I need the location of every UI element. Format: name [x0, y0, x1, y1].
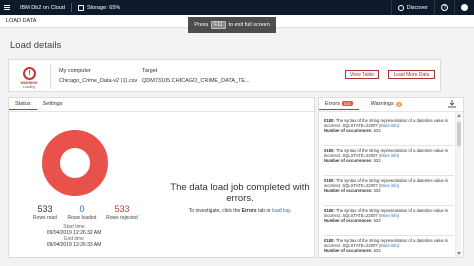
view-table-button[interactable]: View Table [345, 70, 379, 79]
rows-rejected-label: Rows rejected [106, 215, 138, 221]
error-list-scrollbar[interactable] [455, 112, 461, 257]
status-panel: Status Settings 533 Rows read 0 Rows loa… [8, 97, 315, 258]
storage-indicator: Storage: 65% [77, 4, 121, 11]
more-info-link[interactable]: (More info) [379, 153, 399, 158]
more-info-link[interactable]: (More info) [379, 243, 399, 248]
tab-underline [9, 111, 314, 112]
hamburger-menu-icon[interactable] [4, 5, 10, 10]
scroll-down-icon[interactable] [457, 252, 461, 255]
occurrences-label: Number of occurrences: [324, 248, 373, 254]
hint-errors: Errors [241, 208, 257, 214]
tab-status[interactable]: Status [9, 98, 37, 110]
occurrences-value: 533 [373, 188, 381, 194]
rows-loaded-label: Rows loaded [67, 215, 97, 221]
section-title: LOAD DATA [6, 18, 37, 24]
error-divider [324, 235, 454, 236]
scroll-up-icon[interactable] [457, 114, 461, 117]
rows-loaded-stat: 0 Rows loaded [62, 204, 102, 221]
user-menu-button[interactable] [454, 0, 474, 15]
load-more-data-button[interactable]: Load More Data [388, 70, 435, 79]
occurrences-value: 533 [373, 158, 381, 164]
discover-label: Discover [406, 4, 428, 11]
error-entry: 0180: The syntax of the string represent… [324, 178, 452, 194]
target-label: Target [142, 68, 158, 74]
rejected-donut-chart [42, 130, 108, 196]
database-icon [77, 4, 84, 11]
investigate-hint: To investigate, click the Errors tab or … [160, 208, 320, 214]
target-table: QDM73105.CHICAGO_CRIME_DATA_TE... [142, 78, 250, 84]
scroll-thumb[interactable] [457, 122, 461, 146]
more-info-link[interactable]: (More info) [379, 213, 399, 218]
occurrences-value: 533 [373, 218, 381, 224]
toast-press: Press [194, 22, 209, 28]
status-tabs: Status Settings [9, 98, 68, 110]
warnings-count-badge: 0 [395, 101, 402, 107]
rows-rejected-value: 533 [114, 204, 130, 214]
error-divider [324, 205, 454, 206]
rows-loaded-value: 0 [79, 204, 85, 214]
error-entry: 0180: The syntax of the string represent… [324, 118, 452, 134]
occurrences-label: Number of occurrences: [324, 218, 373, 224]
toast-text: to exit full screen [228, 22, 270, 28]
occurrences-value: 533 [373, 128, 381, 134]
errors-count-badge: 533 [341, 101, 353, 106]
completion-message: The data load job completed with errors. [170, 182, 310, 204]
load-log-link[interactable]: load log [272, 208, 290, 214]
status-sublabel: Loading [22, 85, 36, 89]
user-avatar-icon [461, 4, 468, 11]
occurrences-label: Number of occurrences: [324, 158, 373, 164]
discover-button[interactable]: Discover [390, 0, 434, 15]
rows-rejected-stat: 533 Rows rejected [101, 204, 143, 221]
error-divider [324, 145, 454, 146]
tab-settings[interactable]: Settings [37, 98, 69, 110]
occurrences-label: Number of occurrences: [324, 188, 373, 194]
more-info-link[interactable]: (More info) [379, 123, 399, 128]
hint-mid: tab or [258, 208, 271, 214]
app-title: IBM Db2 on Cloud [20, 4, 65, 11]
help-button[interactable]: ? [434, 0, 454, 15]
warning-status-icon: ! [23, 67, 36, 80]
rows-read-stat: 533 Rows read [25, 204, 65, 221]
hint-prefix: To investigate, click the [188, 208, 241, 214]
error-divider [324, 175, 454, 176]
rows-read-value: 533 [37, 204, 53, 214]
error-entry: 0180: The syntax of the string represent… [324, 148, 452, 164]
storage-text: Storage: 65% [86, 4, 121, 11]
error-entry: 0180: The syntax of the string represent… [324, 238, 452, 254]
top-nav-bar: IBM Db2 on Cloud Storage: 65% Discover ? [0, 0, 474, 15]
topbar-divider [70, 3, 72, 12]
more-info-link[interactable]: (More info) [379, 183, 399, 188]
download-icon[interactable] [448, 100, 456, 108]
occurrences-value: 533 [373, 248, 381, 254]
errors-tabs: Errors 533 Warnings 0 [319, 98, 408, 110]
rows-read-label: Rows read [33, 215, 57, 221]
tab-errors[interactable]: Errors 533 [319, 98, 359, 110]
errors-tab-label: Errors [325, 100, 340, 107]
source-file: Chicago_Crime_Data-v2 (1).csv [59, 78, 138, 84]
page-title: Load details [10, 40, 62, 51]
source-label: My computer [59, 68, 91, 74]
occurrences-label: Number of occurrences: [324, 128, 373, 134]
hint-end: . [289, 208, 292, 214]
globe-icon [397, 4, 404, 11]
toast-key: F11 [211, 21, 226, 29]
fullscreen-toast: Press F11 to exit full screen [188, 17, 276, 33]
donut-ring [42, 130, 108, 196]
error-entry: 0180: The syntax of the string represent… [324, 208, 452, 224]
tab-warnings[interactable]: Warnings 0 [365, 98, 408, 110]
help-icon: ? [441, 4, 448, 11]
errors-tab-underline [319, 111, 463, 112]
load-summary-card: ! WARNING Loading My computer Chicago_Cr… [8, 59, 441, 92]
summary-divider [50, 64, 51, 89]
warnings-tab-label: Warnings [370, 101, 394, 107]
end-time-value: 09/04/2019 12:26:33 AM [46, 242, 102, 248]
